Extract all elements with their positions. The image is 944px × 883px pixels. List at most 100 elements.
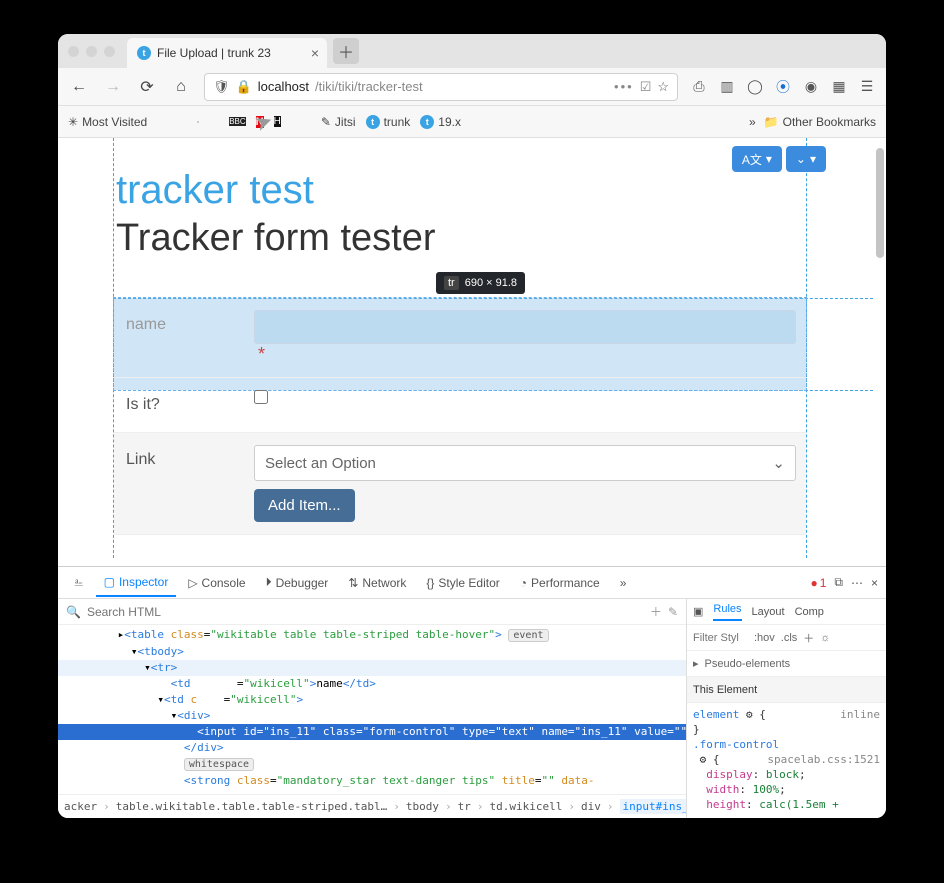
- add-item-button[interactable]: Add Item...: [254, 489, 355, 522]
- styles-tabs: ▣ Rules Layout Comp: [687, 599, 886, 625]
- tab-performance[interactable]: ◔Performance: [512, 570, 608, 596]
- tabs-overflow-icon[interactable]: »: [612, 570, 635, 596]
- jitsi-icon: ✎: [321, 115, 331, 129]
- hov-toggle[interactable]: :hov: [754, 632, 775, 644]
- dom-search-input[interactable]: [87, 605, 644, 619]
- isit-checkbox[interactable]: [254, 390, 268, 404]
- eyedropper-icon[interactable]: ✎: [668, 605, 678, 619]
- tab-layout[interactable]: Layout: [752, 606, 785, 618]
- pseudo-elements-row[interactable]: ▸ Pseudo-elements: [687, 651, 886, 677]
- tab-rules[interactable]: Rules: [713, 603, 741, 621]
- filter-styles-input[interactable]: [693, 632, 748, 644]
- dom-search: 🔍 ＋ ✎: [58, 599, 686, 625]
- bookmark-item[interactable]: [197, 121, 199, 123]
- tab-network[interactable]: ⇅Network: [340, 570, 414, 596]
- devtools-close-icon[interactable]: ×: [871, 576, 878, 590]
- devtools-menu-icon[interactable]: ⋯: [851, 576, 863, 590]
- page-title: tracker test: [116, 168, 886, 213]
- key-icon[interactable]: ⦿: [774, 78, 792, 96]
- field-label-link: Link: [114, 433, 244, 534]
- page-content: A文▾ ⌄▾ tracker test Tracker form tester …: [58, 138, 886, 566]
- url-path: /tiki/tiki/tracker-test: [315, 79, 423, 94]
- form-row-isit: Is it?: [114, 378, 806, 433]
- forward-button: →: [102, 76, 124, 98]
- tab-bar: t File Upload | trunk 23 × ＋: [58, 34, 886, 68]
- page-scrollbar[interactable]: [876, 138, 884, 558]
- bookmark-star-icon[interactable]: ☆: [657, 79, 669, 95]
- print-sim-icon[interactable]: ☼: [820, 632, 830, 644]
- dom-tree[interactable]: ▸<table class="wikitable table table-str…: [58, 625, 686, 794]
- sidebar-icon[interactable]: ▥: [718, 78, 736, 96]
- browser-window: t File Upload | trunk 23 × ＋ ← → ⟳ ⌂ 🛡︎ …: [58, 34, 886, 818]
- account-icon[interactable]: ◯: [746, 78, 764, 96]
- form-row-name: name *: [114, 298, 806, 378]
- bookmark-most-visited[interactable]: ✳Most Visited: [68, 115, 147, 129]
- select-value: Select an Option: [265, 455, 376, 472]
- bookmark-jitsi[interactable]: ✎Jitsi: [321, 115, 356, 129]
- add-node-icon[interactable]: ＋: [650, 603, 662, 620]
- bookmark-item[interactable]: BBC: [229, 117, 245, 126]
- tiki-icon: t: [420, 115, 434, 129]
- cls-toggle[interactable]: .cls: [781, 632, 798, 644]
- search-icon: 🔍: [66, 605, 81, 619]
- translate-icon: A文: [742, 151, 762, 168]
- translate-button[interactable]: A文▾: [732, 146, 782, 172]
- url-actions-icon[interactable]: •••: [614, 79, 634, 94]
- bookmark-netflix-icon[interactable]: N: [256, 116, 264, 128]
- tab-console[interactable]: ▷Console: [180, 570, 253, 596]
- address-bar: ← → ⟳ ⌂ 🛡︎ 🔒 localhost/tiki/tiki/tracker…: [58, 68, 886, 106]
- reload-button[interactable]: ⟳: [136, 76, 158, 98]
- name-input[interactable]: [254, 310, 796, 344]
- layout-panel-icon[interactable]: ▣: [693, 605, 703, 618]
- tab-inspector[interactable]: ▢Inspector: [96, 569, 177, 597]
- this-element-header: This Element: [687, 677, 886, 703]
- close-window-icon[interactable]: [68, 46, 79, 57]
- home-button[interactable]: ⌂: [170, 76, 192, 98]
- tooltip-tag: tr: [444, 276, 459, 290]
- extension-dots-icon[interactable]: ◉: [802, 78, 820, 96]
- bookmark-trunk[interactable]: ttrunk: [366, 115, 411, 129]
- chevron-down-icon: ⌄: [772, 454, 785, 472]
- dom-panel: 🔍 ＋ ✎ ▸<table class="wikitable table tab…: [58, 599, 686, 818]
- star-icon: ✳: [68, 115, 78, 129]
- maximize-window-icon[interactable]: [104, 46, 115, 57]
- page-actions-dropdown[interactable]: ⌄▾: [786, 146, 826, 172]
- library-icon[interactable]: ⎙: [690, 78, 708, 96]
- tab-style-editor[interactable]: {}Style Editor: [418, 570, 507, 596]
- required-indicator: *: [258, 344, 796, 365]
- shield-icon[interactable]: 🛡︎: [213, 79, 230, 95]
- new-tab-button[interactable]: ＋: [333, 38, 359, 64]
- close-tab-icon[interactable]: ×: [311, 45, 319, 61]
- lock-icon[interactable]: 🔒: [236, 79, 252, 95]
- extension-grid-icon[interactable]: ▦: [830, 78, 848, 96]
- url-host: localhost: [258, 79, 309, 94]
- breadcrumbs[interactable]: acker› table.wikitable.table.table-strip…: [58, 794, 686, 818]
- folder-icon: 📁: [764, 115, 779, 129]
- styles-panel: ▣ Rules Layout Comp :hov .cls ＋ ☼ ▸ Pseu…: [686, 599, 886, 818]
- menu-icon[interactable]: ☰: [858, 78, 876, 96]
- browser-tab[interactable]: t File Upload | trunk 23 ×: [127, 38, 327, 68]
- link-select[interactable]: Select an Option ⌄: [254, 445, 796, 481]
- tab-debugger[interactable]: ⏵Debugger: [258, 569, 337, 596]
- field-label-isit: Is it?: [114, 378, 244, 432]
- field-label-name: name: [114, 298, 244, 377]
- tiki-icon: t: [366, 115, 380, 129]
- bookmark-19x[interactable]: t19.x: [420, 115, 461, 129]
- window-controls[interactable]: [68, 46, 115, 57]
- url-input[interactable]: 🛡︎ 🔒 localhost/tiki/tiki/tracker-test ••…: [204, 73, 678, 101]
- minimize-window-icon[interactable]: [86, 46, 97, 57]
- new-rule-icon[interactable]: ＋: [803, 630, 814, 646]
- reader-icon[interactable]: ☑: [640, 79, 652, 95]
- dock-side-icon[interactable]: ⧉: [834, 575, 843, 590]
- tab-computed[interactable]: Comp: [795, 606, 824, 618]
- overflow-icon[interactable]: »: [749, 115, 756, 129]
- tab-title: File Upload | trunk 23: [157, 46, 271, 60]
- other-bookmarks[interactable]: 📁Other Bookmarks: [764, 115, 876, 129]
- error-icon: ●: [810, 576, 817, 590]
- css-rules[interactable]: element ⚙ {inline } .form-controlspacela…: [687, 703, 886, 818]
- back-button[interactable]: ←: [68, 76, 90, 98]
- bookmark-item[interactable]: H: [274, 116, 281, 127]
- element-picker-icon[interactable]: ⎁: [66, 569, 92, 596]
- tab-favicon: t: [137, 46, 151, 60]
- error-count[interactable]: ●1: [810, 576, 826, 590]
